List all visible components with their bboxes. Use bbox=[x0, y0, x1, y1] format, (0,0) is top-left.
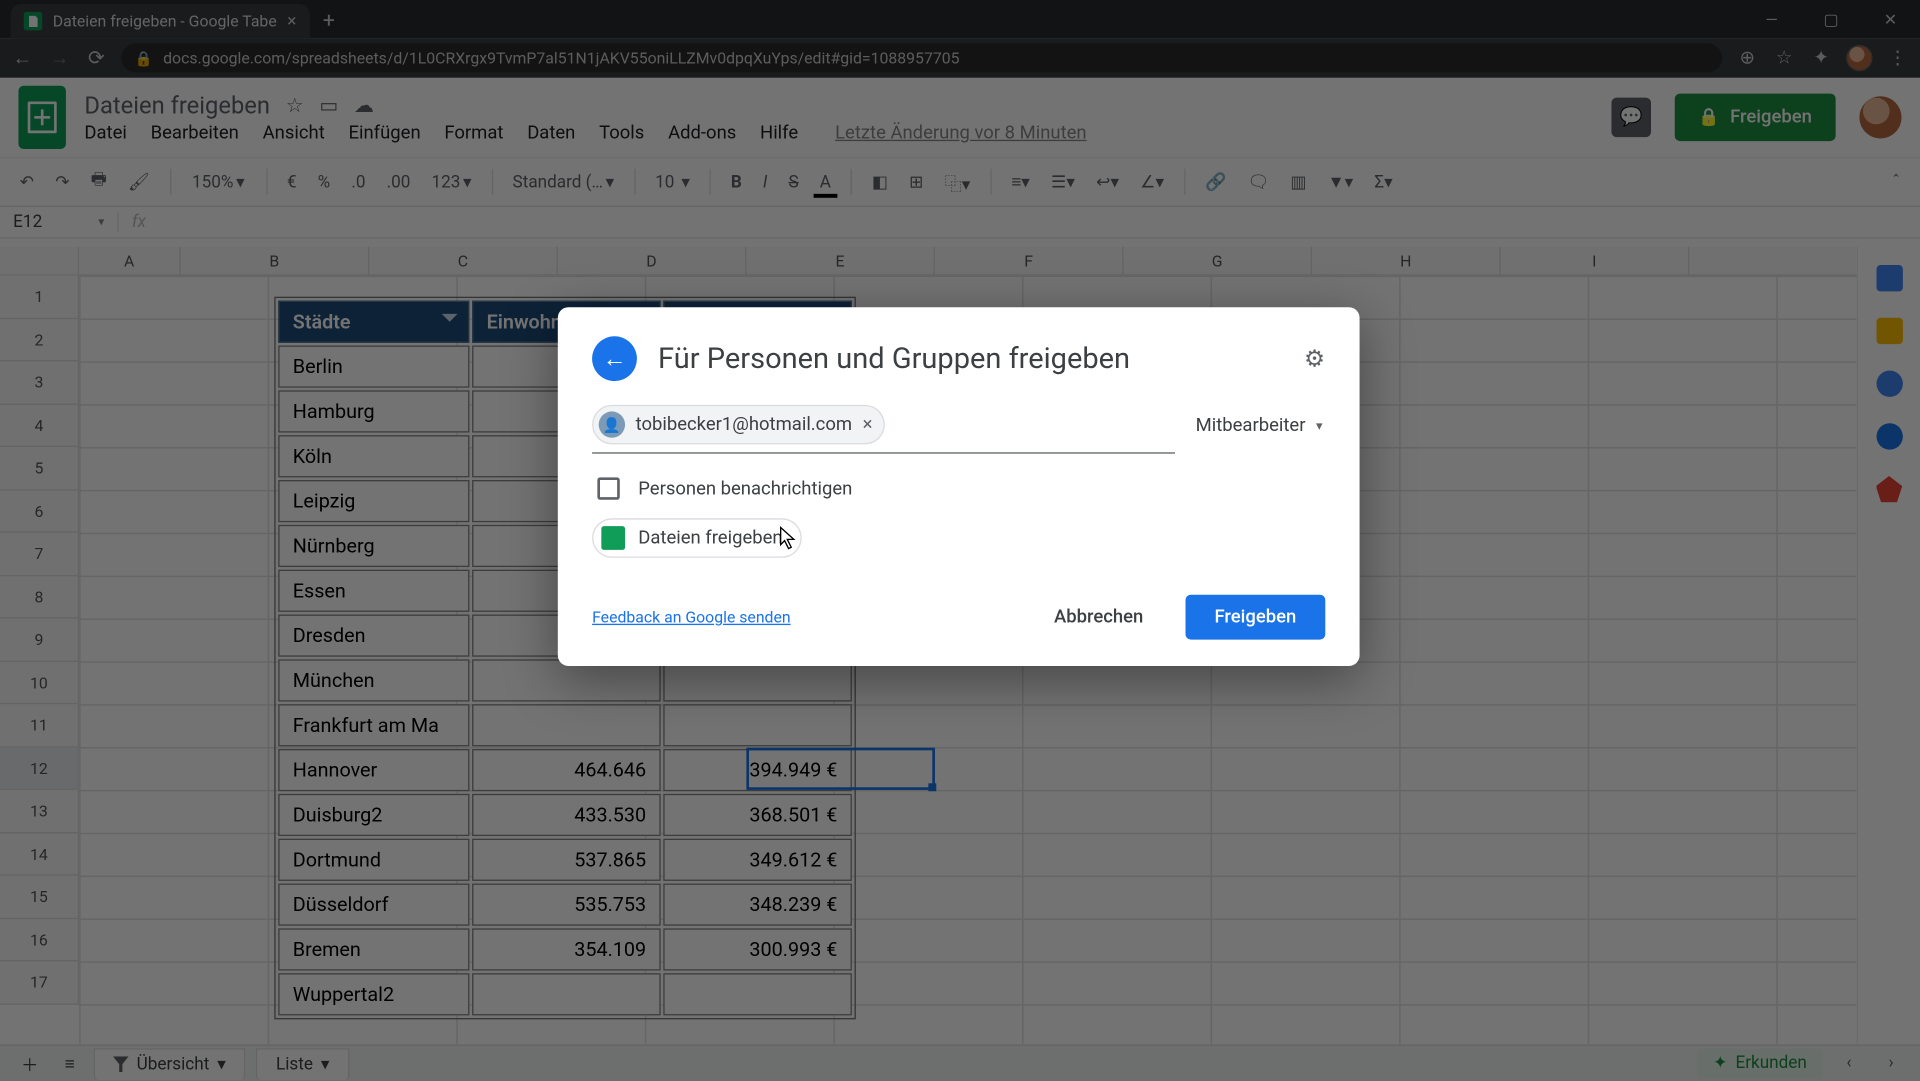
person-avatar-icon: 👤 bbox=[599, 411, 625, 437]
notify-label: Personen benachrichtigen bbox=[638, 478, 852, 499]
cancel-button[interactable]: Abbrechen bbox=[1025, 595, 1172, 640]
people-input[interactable]: 👤 tobibecker1@hotmail.com × bbox=[592, 405, 1174, 454]
remove-chip-icon[interactable]: × bbox=[863, 414, 873, 435]
sheets-file-icon bbox=[601, 526, 625, 550]
feedback-link[interactable]: Feedback an Google senden bbox=[592, 608, 791, 626]
back-button[interactable]: ← bbox=[592, 336, 637, 381]
role-select[interactable]: Mitbearbeiter bbox=[1193, 405, 1325, 447]
notify-checkbox[interactable] bbox=[597, 477, 619, 499]
attached-file-chip: Dateien freigeben bbox=[592, 518, 802, 558]
submit-share-button[interactable]: Freigeben bbox=[1185, 595, 1325, 640]
gear-icon[interactable]: ⚙ bbox=[1304, 345, 1325, 373]
share-dialog: ← Für Personen und Gruppen freigeben ⚙ 👤… bbox=[558, 307, 1360, 666]
person-chip: 👤 tobibecker1@hotmail.com × bbox=[592, 405, 884, 445]
chip-email: tobibecker1@hotmail.com bbox=[636, 414, 852, 435]
file-chip-label: Dateien freigeben bbox=[638, 527, 782, 548]
dialog-title: Für Personen und Gruppen freigeben bbox=[658, 342, 1130, 375]
